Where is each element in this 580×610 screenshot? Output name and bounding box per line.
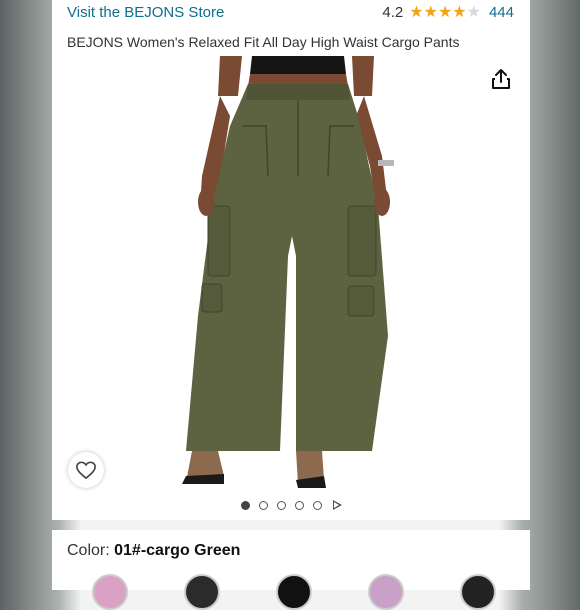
color-swatches: [92, 574, 496, 610]
star-icon: ★: [409, 3, 424, 21]
color-selection: Color: 01#-cargo Green: [67, 542, 240, 560]
color-label: Color:: [67, 542, 115, 559]
ratings-count-link[interactable]: 444: [489, 4, 514, 21]
selected-color: 01#-cargo Green: [114, 542, 241, 559]
carousel-dot[interactable]: [294, 500, 304, 510]
color-swatch[interactable]: [184, 574, 220, 610]
color-swatch[interactable]: [276, 574, 312, 610]
color-swatch[interactable]: [460, 574, 496, 610]
carousel-dot[interactable]: [312, 500, 322, 510]
star-icon: ★: [423, 3, 438, 21]
product-photo: [182, 56, 394, 488]
star-icon: ★: [452, 3, 467, 21]
star-icon: ★: [437, 3, 453, 21]
color-swatch[interactable]: [92, 574, 128, 610]
share-button[interactable]: [484, 62, 518, 96]
carousel-dot[interactable]: [240, 500, 250, 510]
heart-icon: [76, 461, 96, 480]
carousel-dot[interactable]: [258, 500, 268, 510]
store-link[interactable]: Visit the BEJONS Store: [67, 4, 224, 21]
star-icon: ★: [466, 3, 481, 21]
color-swatch[interactable]: [368, 574, 404, 610]
product-image-gallery[interactable]: [52, 56, 530, 492]
share-icon: [492, 69, 510, 89]
image-carousel-indicator[interactable]: [52, 500, 530, 510]
rating-value: 4.2: [382, 4, 404, 21]
carousel-dot[interactable]: [276, 500, 286, 510]
rating-summary[interactable]: 4.2 ★ ★ ★ ★ ★ 444: [382, 4, 514, 21]
star-rating: ★ ★ ★ ★ ★: [409, 3, 481, 21]
play-icon[interactable]: [332, 500, 342, 510]
product-title: BEJONS Women's Relaxed Fit All Day High …: [67, 34, 460, 50]
add-to-wishlist-button[interactable]: [68, 452, 104, 488]
product-header-card: Visit the BEJONS Store 4.2 ★ ★ ★ ★ ★ 444…: [52, 0, 530, 520]
variation-card: Color: 01#-cargo Green: [52, 530, 530, 610]
